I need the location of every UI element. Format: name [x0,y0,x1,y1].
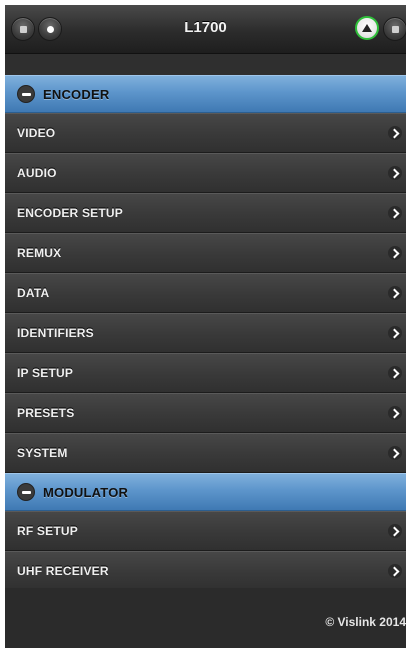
menu-item-remux[interactable]: REMUX [5,233,406,273]
menu-item-audio[interactable]: AUDIO [5,153,406,193]
menu-item-encoder-setup[interactable]: ENCODER SETUP [5,193,406,233]
menu-item-data[interactable]: DATA [5,273,406,313]
menu-item-label: ENCODER SETUP [17,206,123,220]
up-arrow-icon [362,23,372,32]
chevron-right-icon [388,406,402,420]
menu-item-identifiers[interactable]: IDENTIFIERS [5,313,406,353]
chevron-right-icon [388,246,402,260]
menu-item-label: UHF RECEIVER [17,564,109,578]
menu-item-presets[interactable]: PRESETS [5,393,406,433]
menu-item-label: RF SETUP [17,524,78,538]
footer: © Vislink 2014 [5,588,406,648]
chevron-right-icon [388,326,402,340]
menu-item-label: IP SETUP [17,366,74,380]
menu-item-label: DATA [17,286,50,300]
minus-icon [17,85,35,103]
section-label: ENCODER [43,87,110,102]
menu-item-system[interactable]: SYSTEM [5,433,406,473]
minus-icon [17,483,35,501]
chevron-right-icon [388,446,402,460]
chevron-right-icon [388,206,402,220]
copyright-text: © Vislink 2014 [325,615,406,629]
chevron-right-icon [388,166,402,180]
menu-item-label: AUDIO [17,166,57,180]
chevron-right-icon [388,564,402,578]
header-bar: L1700 [5,5,406,54]
menu-item-ip-setup[interactable]: IP SETUP [5,353,406,393]
menu-item-label: SYSTEM [17,446,68,460]
menu-item-rf-setup[interactable]: RF SETUP [5,511,406,551]
menu-item-label: IDENTIFIERS [17,326,94,340]
header-stop-button-right[interactable] [383,17,406,41]
menu-item-label: REMUX [17,246,62,260]
header-up-button[interactable] [355,16,379,40]
menu-item-label: VIDEO [17,126,56,140]
section-label: MODULATOR [43,485,129,500]
section-modulator-header[interactable]: MODULATOR [5,473,406,511]
menu-item-label: PRESETS [17,406,75,420]
chevron-right-icon [388,286,402,300]
chevron-right-icon [388,126,402,140]
header-spacer [5,54,406,75]
app-window: L1700 ENCODER VIDEO AUDIO ENCODER SETUP … [5,5,406,648]
section-encoder-header[interactable]: ENCODER [5,75,406,113]
menu-item-uhf-receiver[interactable]: UHF RECEIVER [5,551,406,591]
menu-item-video[interactable]: VIDEO [5,113,406,153]
chevron-right-icon [388,366,402,380]
page-title: L1700 [184,19,227,36]
chevron-right-icon [388,524,402,538]
stop-icon [391,25,399,33]
